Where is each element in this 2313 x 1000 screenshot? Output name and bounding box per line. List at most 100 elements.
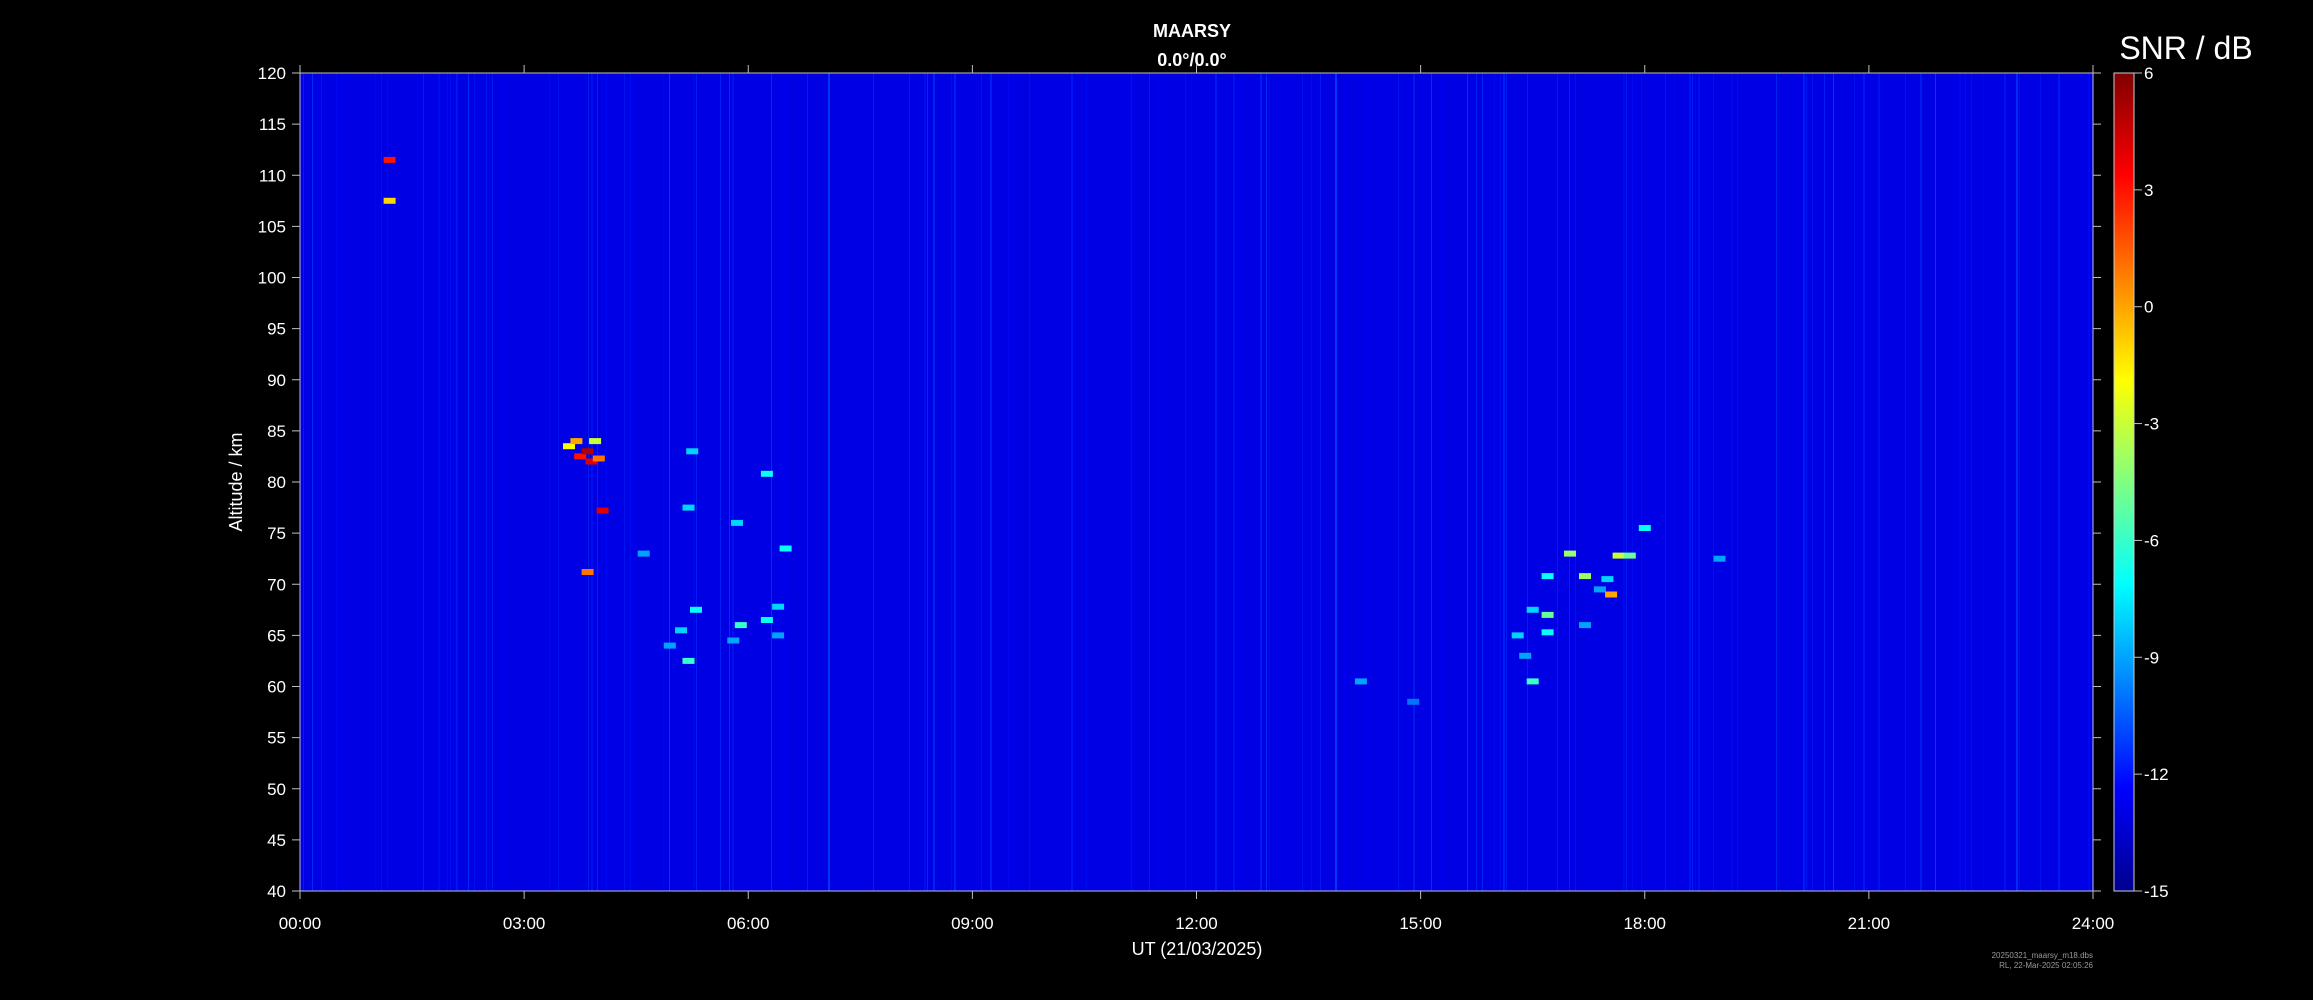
echo-point	[592, 455, 605, 462]
noise-streak	[792, 73, 793, 891]
noise-streak	[597, 73, 598, 891]
noise-streak	[2040, 73, 2041, 891]
noise-streak	[1071, 73, 1073, 891]
noise-streak	[1698, 73, 1700, 891]
noise-streak	[729, 73, 730, 891]
echo-point	[690, 606, 702, 613]
noise-streak	[1617, 73, 1619, 891]
noise-streak	[2079, 73, 2081, 891]
noise-streak	[1311, 73, 1312, 891]
echo-point	[1541, 629, 1554, 636]
noise-streak	[321, 73, 322, 891]
colorbar-tick-label: -3	[2144, 415, 2159, 434]
noise-streak	[447, 73, 448, 891]
x-tick-label: 21:00	[1848, 914, 1891, 933]
y-tick-label: 50	[267, 780, 286, 799]
noise-streak	[1398, 73, 1399, 891]
colorbar-label: SNR / dB	[2119, 30, 2252, 66]
noise-streak	[1965, 73, 1966, 891]
noise-streak	[1713, 73, 1714, 891]
noise-streak	[1269, 73, 1270, 891]
chart-subtitle: 0.0°/0.0°	[1157, 50, 1226, 70]
noise-streak	[1761, 73, 1762, 891]
noise-streak	[1320, 73, 1321, 891]
noise-streak	[732, 73, 734, 891]
echo-point	[589, 438, 602, 445]
noise-streak	[1737, 73, 1738, 891]
noise-streak	[1863, 73, 1865, 891]
echo-point	[727, 637, 740, 644]
noise-streak	[642, 73, 643, 891]
noise-streak	[336, 73, 337, 891]
noise-streak	[474, 73, 475, 891]
echo-point	[1541, 573, 1554, 580]
noise-streak	[504, 73, 506, 891]
noise-streak	[1839, 73, 1840, 891]
echo-point	[682, 504, 695, 511]
noise-streak	[1440, 73, 1441, 891]
noise-streak	[357, 73, 358, 891]
colorbar	[2113, 72, 2135, 892]
echo-point	[1593, 586, 1606, 593]
noise-streak	[486, 73, 487, 891]
noise-streak	[1695, 73, 1696, 891]
noise-streak	[1335, 73, 1337, 891]
echo-point	[1605, 591, 1618, 598]
noise-streak	[417, 73, 419, 891]
noise-streak	[438, 73, 440, 891]
noise-streak	[609, 73, 610, 891]
echo-point	[581, 448, 594, 455]
colorbar-tick-label: 3	[2144, 181, 2153, 200]
noise-streak	[834, 73, 835, 891]
colorbar-tick-label: 6	[2144, 64, 2153, 83]
noise-streak	[933, 73, 935, 891]
noise-streak	[1689, 73, 1691, 891]
noise-streak	[327, 73, 328, 891]
noise-streak	[522, 73, 523, 891]
noise-streak	[1233, 73, 1235, 891]
echo-point	[1638, 525, 1651, 531]
y-tick-label: 80	[267, 473, 286, 492]
noise-streak	[1014, 73, 1016, 891]
noise-streak	[1632, 73, 1633, 891]
noise-streak	[828, 73, 830, 891]
colorbar-tick-label: -12	[2144, 765, 2169, 784]
noise-streak	[1239, 73, 1241, 891]
chart: MAARSY 0.0°/0.0° 40455055606570758085909…	[226, 21, 2253, 970]
noise-streak	[951, 73, 952, 891]
noise-streak	[759, 73, 760, 891]
noise-streak	[1578, 73, 1579, 891]
y-tick-label: 75	[267, 524, 286, 543]
noise-streak	[816, 73, 817, 891]
echo-point	[1612, 552, 1625, 559]
noise-streak	[387, 73, 388, 891]
noise-streak	[1467, 73, 1468, 891]
noise-streak	[1029, 73, 1030, 891]
footer-filename: 20250321_maarsy_m18.dbs	[1992, 951, 2093, 960]
x-tick-label: 06:00	[727, 914, 770, 933]
noise-streak	[312, 73, 313, 891]
noise-streak	[1485, 73, 1487, 891]
noise-streak	[411, 73, 413, 891]
noise-streak	[909, 73, 910, 891]
noise-streak	[1260, 73, 1262, 891]
echo-point	[663, 642, 676, 649]
noise-streak	[468, 73, 469, 891]
noise-streak	[1149, 73, 1150, 891]
noise-streak	[2001, 73, 2002, 891]
y-tick-label: 90	[267, 371, 286, 390]
x-tick-label: 18:00	[1623, 914, 1666, 933]
noise-streak	[645, 73, 647, 891]
noise-streak	[876, 73, 877, 891]
noise-streak	[549, 73, 550, 891]
noise-streak	[1134, 73, 1135, 891]
x-tick-label: 12:00	[1175, 914, 1218, 933]
echo-point	[760, 617, 773, 623]
noise-streak	[1515, 73, 1516, 891]
noise-streak	[1740, 73, 1742, 891]
echo-point	[731, 519, 743, 526]
noise-streak	[981, 73, 982, 891]
noise-streak	[594, 73, 595, 891]
noise-streak	[1638, 73, 1640, 891]
noise-streak	[1215, 73, 1217, 891]
